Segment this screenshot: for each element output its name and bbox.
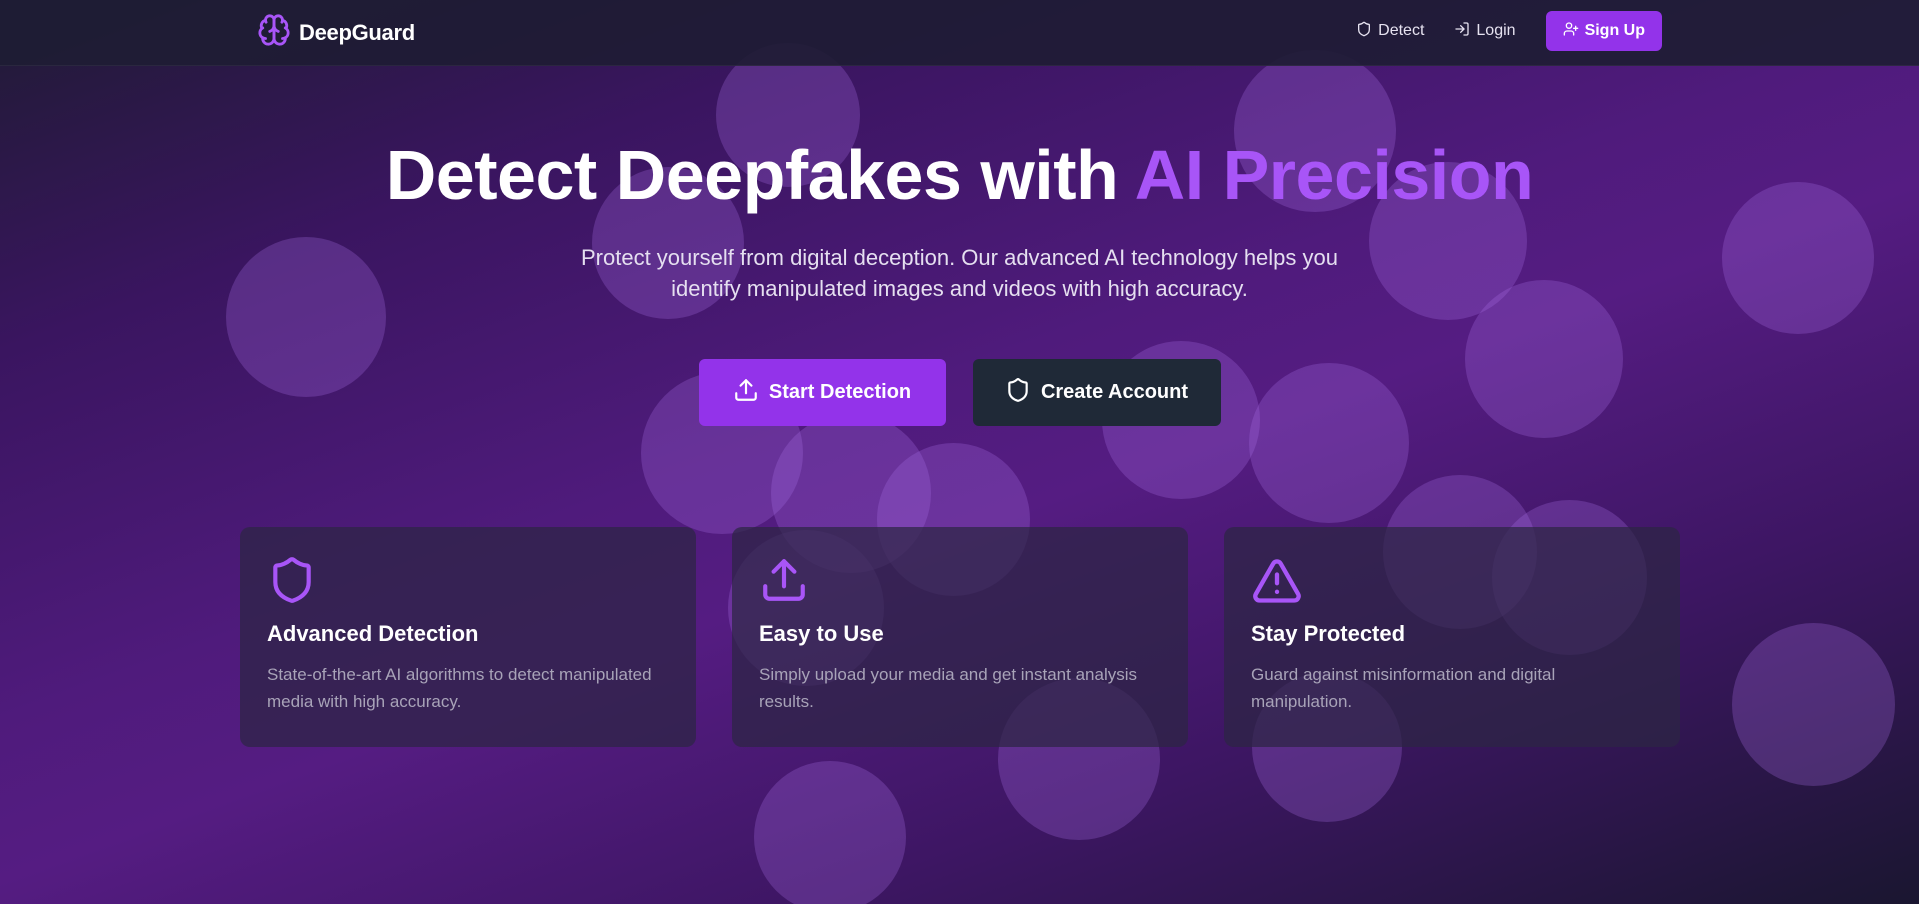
upload-icon: [759, 555, 811, 607]
create-account-button[interactable]: Create Account: [972, 359, 1221, 426]
top-navbar: DeepGuard Detect Login Sign Up: [0, 0, 1919, 66]
hero-title: Detect Deepfakes with AI Precision: [0, 130, 1919, 220]
start-detection-button[interactable]: Start Detection: [698, 359, 946, 426]
signup-button[interactable]: Sign Up: [1545, 11, 1662, 51]
brand-logo[interactable]: DeepGuard: [257, 13, 415, 52]
shield-icon: [267, 555, 319, 607]
shield-icon: [1356, 21, 1372, 42]
user-plus-icon: [1563, 21, 1579, 42]
feature-title: Easy to Use: [759, 621, 884, 646]
signup-label: Sign Up: [1584, 22, 1645, 39]
shield-icon: [1005, 377, 1031, 409]
brand-name: DeepGuard: [299, 19, 415, 45]
nav-login-link[interactable]: Login: [1454, 21, 1516, 42]
start-detection-label: Start Detection: [768, 381, 912, 403]
feature-text: State-of-the-art AI algorithms to detect…: [267, 665, 652, 711]
feature-card-stay-protected: Stay Protected Guard against misinformat…: [1224, 527, 1680, 747]
upload-icon: [733, 377, 759, 409]
nav-detect-label: Detect: [1378, 22, 1425, 39]
create-account-label: Create Account: [1040, 381, 1189, 403]
feature-card-advanced-detection: Advanced Detection State-of-the-art AI a…: [240, 527, 696, 747]
feature-card-easy-to-use: Easy to Use Simply upload your media and…: [732, 527, 1188, 747]
hero-section: Detect Deepfakes with AI Precision Prote…: [0, 130, 1919, 426]
alert-triangle-icon: [1251, 555, 1303, 607]
nav-login-label: Login: [1476, 22, 1516, 39]
features-section: Advanced Detection State-of-the-art AI a…: [240, 527, 1680, 747]
hero-subtitle: Protect yourself from digital deception.…: [581, 245, 1338, 301]
brain-icon: [257, 13, 291, 52]
login-icon: [1454, 21, 1470, 42]
nav-links: Detect Login Sign Up: [1356, 11, 1662, 51]
hero-title-accent: AI Precision: [1134, 136, 1534, 214]
feature-title: Advanced Detection: [267, 621, 479, 646]
hero-actions: Start Detection Create Account: [0, 359, 1919, 426]
feature-title: Stay Protected: [1251, 621, 1406, 646]
feature-text: Simply upload your media and get instant…: [759, 665, 1137, 711]
hero-title-main: Detect Deepfakes with: [385, 136, 1135, 214]
feature-text: Guard against misinformation and digital…: [1251, 665, 1556, 711]
nav-detect-link[interactable]: Detect: [1356, 21, 1424, 42]
